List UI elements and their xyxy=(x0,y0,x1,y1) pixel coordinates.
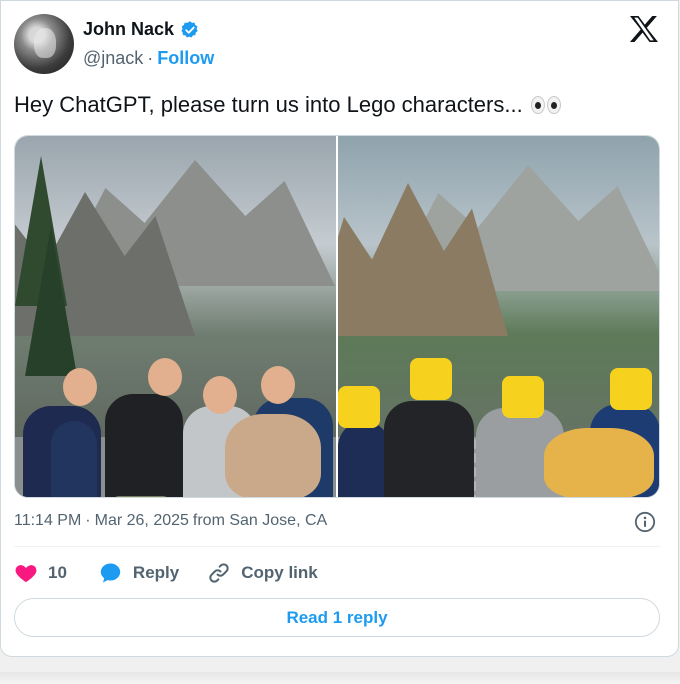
tweet-text: Hey ChatGPT, please turn us into Lego ch… xyxy=(14,92,523,117)
author-name[interactable]: John Nack xyxy=(83,19,174,40)
heart-icon xyxy=(15,565,37,583)
info-icon[interactable] xyxy=(634,511,656,533)
reply-bubble-icon xyxy=(100,563,121,583)
tweet-time[interactable]: 11:14 PM xyxy=(14,512,81,530)
meta-separator: · xyxy=(85,512,91,529)
copy-link-button[interactable]: Copy link xyxy=(207,561,318,585)
author-handle[interactable]: @jnack xyxy=(83,48,143,69)
tweet-date[interactable]: Mar 26, 2025 xyxy=(95,512,189,530)
tweet-text-row: Hey ChatGPT, please turn us into Lego ch… xyxy=(14,92,561,118)
tweet-actions: 10 Reply Copy link xyxy=(14,561,318,585)
lego-photo[interactable] xyxy=(338,136,659,497)
read-replies-label: Read 1 reply xyxy=(286,607,388,627)
verified-badge-icon xyxy=(181,20,198,37)
tweet-embed-card: John Nack @jnack · Follow Hey ChatGPT, p… xyxy=(0,0,679,657)
author-name-row: John Nack xyxy=(83,19,200,40)
x-logo-icon[interactable] xyxy=(629,15,659,43)
like-button[interactable]: 10 xyxy=(14,561,67,585)
handle-separator: · xyxy=(147,48,154,68)
reply-button[interactable]: Reply xyxy=(99,561,179,585)
page-bottom-strip xyxy=(0,672,680,684)
like-count: 10 xyxy=(48,563,67,582)
tweet-location: from San Jose, CA xyxy=(192,512,328,529)
author-handle-row: @jnack · Follow xyxy=(83,48,214,69)
tweet-media[interactable] xyxy=(14,135,660,498)
divider xyxy=(14,546,660,547)
avatar[interactable] xyxy=(14,14,74,74)
read-replies-button[interactable]: Read 1 reply xyxy=(14,598,660,637)
link-icon xyxy=(209,563,229,583)
follow-link[interactable]: Follow xyxy=(157,48,214,69)
tweet-meta: 11:14 PM · Mar 26, 2025 from San Jose, C… xyxy=(14,512,327,530)
family-photo[interactable] xyxy=(15,136,336,497)
reply-label: Reply xyxy=(132,563,180,582)
copy-link-label: Copy link xyxy=(241,563,318,582)
eyes-emoji-icon xyxy=(530,96,561,114)
